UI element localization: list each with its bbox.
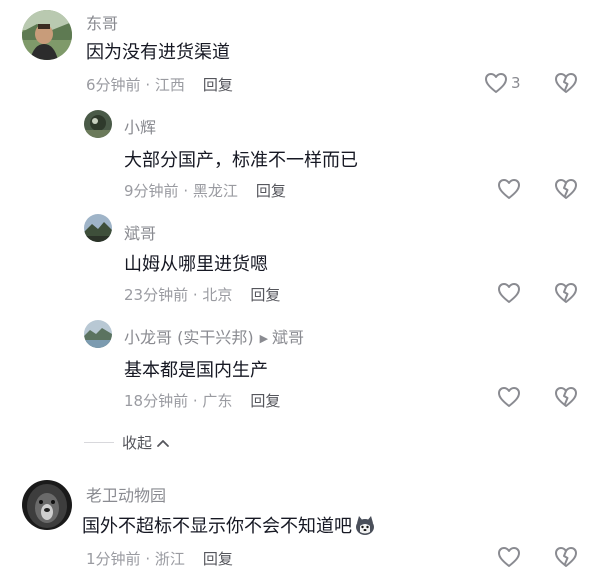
- heart-outline-icon: [497, 546, 521, 568]
- broken-heart-icon: [554, 72, 578, 94]
- collapse-label: 收起: [122, 434, 153, 452]
- like-button[interactable]: 3: [484, 72, 521, 94]
- avatar[interactable]: [22, 480, 72, 530]
- reply-item: 斌哥 山姆从哪里进货嗯 23分钟前 · 北京 回复: [0, 208, 600, 312]
- reply-button[interactable]: 回复: [203, 550, 233, 568]
- like-button[interactable]: [497, 546, 521, 568]
- reply-text: 基本都是国内生产: [124, 360, 268, 381]
- avatar[interactable]: [84, 110, 112, 138]
- meta-separator: ·: [140, 550, 155, 568]
- meta-separator: ·: [178, 182, 193, 200]
- broken-heart-icon: [554, 546, 578, 568]
- broken-heart-icon: [554, 178, 578, 200]
- meta-separator: ·: [140, 76, 155, 94]
- like-button[interactable]: [497, 386, 521, 408]
- dislike-button[interactable]: [554, 72, 578, 94]
- comment-item: 老卫动物园 国外不超标不显示你不会不知道吧 1分钟前 · 浙江 回复: [0, 470, 600, 573]
- reply-username[interactable]: 斌哥: [124, 220, 156, 244]
- comment-location: 江西: [154, 76, 185, 94]
- comment-username[interactable]: 老卫动物园: [86, 482, 166, 506]
- comment-item: 东哥 因为没有进货渠道 6分钟前 · 江西 回复 3: [0, 0, 600, 110]
- comment-text-body: 国外不超标不显示你不会不知道吧: [82, 516, 352, 537]
- heart-outline-icon: [497, 386, 521, 408]
- comment-meta: 6分钟前 · 江西 回复: [86, 74, 233, 95]
- reply-text: 山姆从哪里进货嗯: [124, 254, 268, 275]
- comment-time: 6分钟前: [86, 76, 141, 94]
- comment-username[interactable]: 东哥: [86, 10, 118, 34]
- reply-location: 广东: [202, 392, 233, 410]
- chevron-up-icon: [156, 434, 170, 452]
- reply-text: 大部分国产，标准不一样而已: [124, 150, 358, 171]
- reply-meta: 9分钟前 · 黑龙江 回复: [124, 180, 286, 201]
- reply-meta: 23分钟前 · 北京 回复: [124, 284, 280, 305]
- reply-time: 23分钟前: [124, 286, 189, 304]
- comment-location: 浙江: [154, 550, 185, 568]
- heart-outline-icon: [497, 178, 521, 200]
- reply-meta: 18分钟前 · 广东 回复: [124, 390, 280, 411]
- comment-time: 1分钟前: [86, 550, 141, 568]
- collapse-divider: [84, 442, 114, 443]
- reply-button[interactable]: 回复: [250, 392, 280, 410]
- reply-author[interactable]: 小龙哥 (实干兴邦): [124, 328, 254, 347]
- like-button[interactable]: [497, 282, 521, 304]
- reply-item: 小辉 大部分国产，标准不一样而已 9分钟前 · 黑龙江 回复: [0, 104, 600, 208]
- reply-time: 18分钟前: [124, 392, 189, 410]
- like-button[interactable]: [497, 178, 521, 200]
- comment-meta: 1分钟前 · 浙江 回复: [86, 548, 233, 569]
- like-count: 3: [511, 74, 521, 92]
- meta-separator: ·: [188, 392, 203, 410]
- reply-arrow-icon: ▶: [259, 332, 269, 345]
- reply-button[interactable]: 回复: [256, 182, 286, 200]
- avatar[interactable]: [84, 214, 112, 242]
- comment-text: 因为没有进货渠道: [86, 42, 230, 63]
- heart-outline-icon: [484, 72, 508, 94]
- broken-heart-icon: [554, 386, 578, 408]
- reply-time: 9分钟前: [124, 182, 179, 200]
- reply-username: 小龙哥 (实干兴邦) ▶ 斌哥: [124, 324, 304, 348]
- dislike-button[interactable]: [554, 546, 578, 568]
- collapse-replies-button[interactable]: 收起: [84, 432, 170, 453]
- avatar[interactable]: [22, 10, 72, 60]
- avatar[interactable]: [84, 320, 112, 348]
- reply-item: 小龙哥 (实干兴邦) ▶ 斌哥 基本都是国内生产 18分钟前 · 广东 回复: [0, 312, 600, 422]
- reply-location: 北京: [202, 286, 233, 304]
- heart-outline-icon: [497, 282, 521, 304]
- reply-username[interactable]: 小辉: [124, 114, 156, 138]
- dislike-button[interactable]: [554, 386, 578, 408]
- reply-location: 黑龙江: [192, 182, 238, 200]
- reply-button[interactable]: 回复: [203, 76, 233, 94]
- reply-target-username[interactable]: 斌哥: [272, 328, 304, 347]
- dislike-button[interactable]: [554, 178, 578, 200]
- dislike-button[interactable]: [554, 282, 578, 304]
- husky-dog-emoji-icon: [354, 514, 376, 536]
- meta-separator: ·: [188, 286, 203, 304]
- reply-button[interactable]: 回复: [250, 286, 280, 304]
- broken-heart-icon: [554, 282, 578, 304]
- comment-text: 国外不超标不显示你不会不知道吧: [82, 512, 376, 538]
